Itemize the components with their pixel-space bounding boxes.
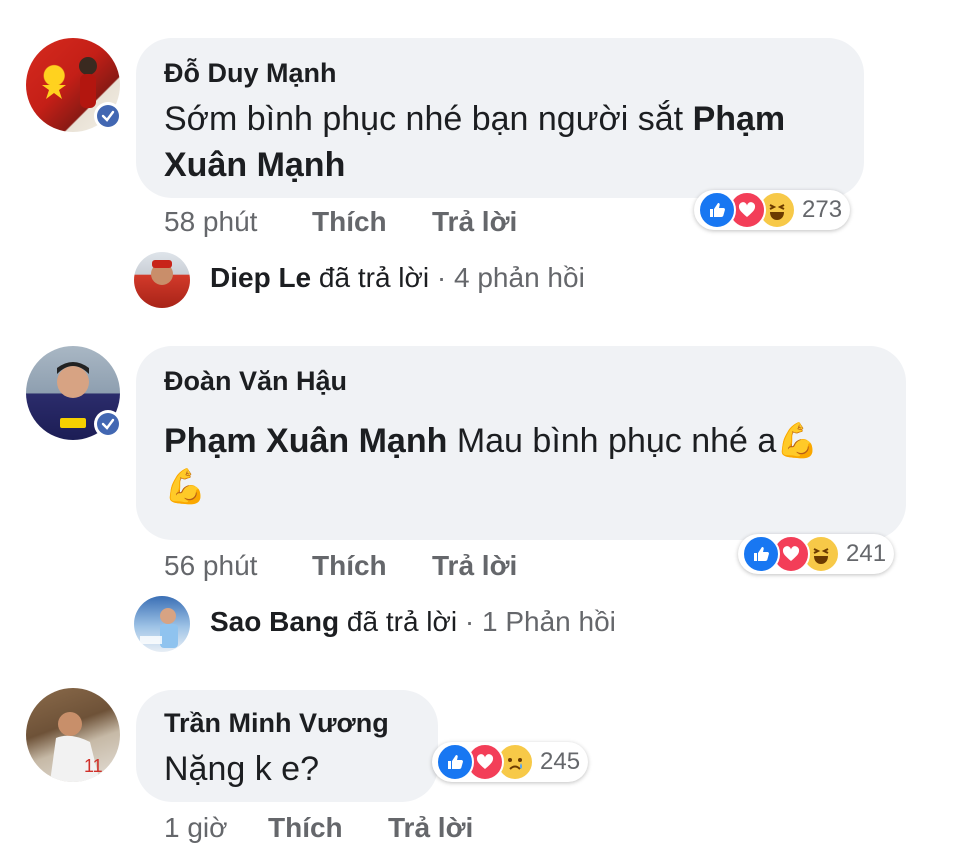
like-label: Thích — [268, 812, 343, 843]
like-reaction-icon — [698, 191, 736, 229]
avatar-image — [151, 260, 173, 285]
comment-time[interactable]: 56 phút — [164, 550, 257, 582]
reply-button[interactable]: Trả lời — [432, 206, 517, 238]
like-button[interactable]: Thích — [312, 206, 387, 238]
reply-author: Sao Bang — [210, 606, 340, 637]
reaction-count: 241 — [846, 540, 887, 567]
reply-label: Trả lời — [432, 206, 518, 237]
avatar-image — [140, 608, 178, 648]
comment-author[interactable]: Trần Minh Vương — [164, 708, 389, 739]
view-replies-link[interactable]: Sao Bang đã trả lời · 1 Phản hồi — [210, 606, 616, 638]
reply-button[interactable]: Trả lời — [432, 550, 517, 582]
reply-label: Trả lời — [388, 812, 474, 843]
view-replies-link[interactable]: Diep Le đã trả lời · 4 phản hồi — [210, 262, 585, 294]
verified-badge-icon — [94, 102, 122, 130]
comment-time[interactable]: 58 phút — [164, 206, 257, 238]
reply-author: Diep Le — [210, 262, 312, 293]
reply-action: đã trả lời — [318, 262, 430, 293]
like-button[interactable]: Thích — [312, 550, 387, 582]
comment-text: Phạm Xuân Mạnh Mau bình phục nhé a💪 💪 — [164, 418, 884, 510]
reply-action: đã trả lời — [346, 606, 458, 637]
avatar[interactable]: 11 — [26, 688, 120, 782]
reaction-count: 245 — [540, 748, 581, 775]
like-label: Thích — [312, 206, 387, 237]
reaction-summary[interactable]: 273 — [694, 190, 851, 230]
comment-author[interactable]: Đỗ Duy Mạnh — [164, 58, 337, 89]
reply-count: 1 Phản hồi — [482, 606, 616, 637]
like-reaction-icon — [436, 743, 474, 781]
clipped-previous-text — [140, 0, 164, 6]
reaction-count: 273 — [802, 196, 843, 223]
comment-text-plain: Sớm bình phục nhé bạn người sắt — [164, 100, 684, 138]
reaction-summary[interactable]: 245 — [432, 742, 589, 782]
reply-count: 4 phản hồi — [454, 262, 585, 293]
comment-text: Nặng k e? — [164, 750, 319, 788]
comment-text: Sớm bình phục nhé bạn người sắt Phạm Xuâ… — [164, 96, 854, 188]
reply-avatar[interactable] — [134, 596, 190, 652]
separator: · — [436, 262, 447, 293]
comment-text-plain: Mau bình phục nhé a — [456, 422, 777, 460]
like-reaction-icon — [742, 535, 780, 573]
reply-label: Trả lời — [432, 550, 518, 581]
avatar-image: 11 — [50, 712, 103, 782]
flexed-biceps-emoji: 💪 — [776, 422, 819, 460]
comment-time[interactable]: 1 giờ — [164, 812, 228, 844]
reply-avatar[interactable] — [134, 252, 190, 308]
like-label: Thích — [312, 550, 387, 581]
comment-author[interactable]: Đoàn Văn Hậu — [164, 366, 347, 397]
verified-badge-icon — [94, 410, 122, 438]
like-button[interactable]: Thích — [268, 812, 343, 844]
separator: · — [464, 606, 475, 637]
reaction-summary[interactable]: 241 — [738, 534, 895, 574]
flexed-biceps-emoji: 💪 — [164, 468, 207, 506]
comment-mention[interactable]: Phạm Xuân Mạnh — [164, 422, 447, 460]
reply-button[interactable]: Trả lời — [388, 812, 473, 844]
svg-text:11: 11 — [84, 756, 103, 776]
